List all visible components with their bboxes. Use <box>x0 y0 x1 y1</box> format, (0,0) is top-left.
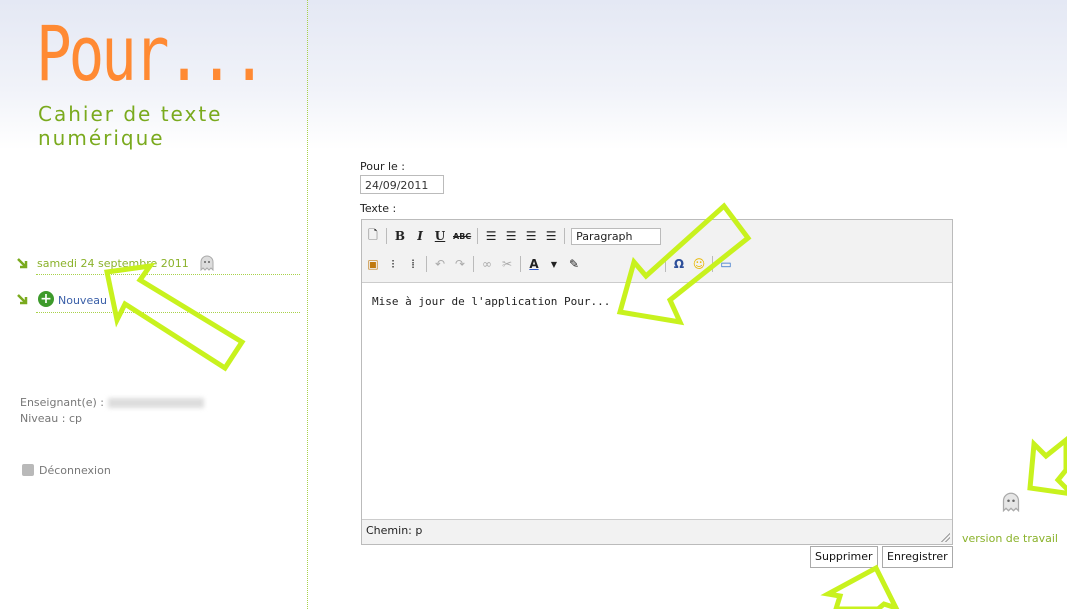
align-right-icon[interactable]: ☰ <box>524 229 538 243</box>
toolbar-separator <box>712 256 713 272</box>
teacher-name-redacted <box>108 398 205 408</box>
italic-button[interactable]: I <box>413 229 427 243</box>
toolbar-separator <box>473 256 474 272</box>
toolbar-separator <box>426 256 427 272</box>
version-label: version de travail <box>962 532 1058 545</box>
bullet-list-icon[interactable]: ⁝ <box>386 257 400 271</box>
redo-icon[interactable]: ↷ <box>453 257 467 271</box>
teacher-label: Enseignant(e) : <box>20 396 105 409</box>
chevron-down-icon[interactable]: ▼ <box>547 260 561 269</box>
emoticon-icon[interactable]: ☺ <box>692 257 706 271</box>
toolbar-separator <box>520 256 521 272</box>
editor-toolbar-row-2: ▣ ⁝ ⁞ ↶ ↷ ∞ ✂ A ▼ ✎ Ω ☺ ▭ <box>366 252 733 276</box>
teacher-info: Enseignant(e) : <box>20 396 205 409</box>
save-button[interactable]: Enregistrer <box>882 546 953 568</box>
divider <box>36 312 300 313</box>
resize-handle-icon[interactable] <box>940 532 950 542</box>
text-color-icon[interactable]: A <box>527 257 541 271</box>
app-logo: Pour... <box>36 9 267 98</box>
underline-button[interactable]: U <box>433 229 447 243</box>
logout-label[interactable]: Déconnexion <box>39 464 111 477</box>
special-char-icon[interactable]: Ω <box>672 257 686 271</box>
link-icon[interactable]: ∞ <box>480 257 494 271</box>
align-center-icon[interactable]: ☰ <box>504 229 518 243</box>
annotation-arrow <box>1027 435 1067 496</box>
editor-toolbar-row-1: 🗋 B I U ABC ☰ ☰ ☰ ☰ Paragraph <box>366 224 662 248</box>
new-document-icon[interactable]: 🗋 <box>366 226 380 247</box>
text-label: Texte : <box>360 202 397 215</box>
format-select[interactable]: Paragraph <box>571 227 662 245</box>
editor-content[interactable]: Mise à jour de l'application Pour... <box>372 295 610 308</box>
sidebar-item-new[interactable]: + Nouveau <box>16 290 300 312</box>
bold-button[interactable]: B <box>393 229 407 243</box>
sidebar: Pour... Cahier de texte numérique samedi… <box>0 0 308 609</box>
toolbar-separator <box>665 256 666 272</box>
lock-icon <box>22 464 34 476</box>
annotation-arrow <box>820 564 900 609</box>
date-label: Pour le : <box>360 160 405 173</box>
toolbar-separator <box>477 228 479 244</box>
align-justify-icon[interactable]: ☰ <box>544 229 558 243</box>
add-icon: + <box>38 291 54 307</box>
sidebar-item-label[interactable]: samedi 24 septembre 2011 <box>37 257 189 270</box>
app-tagline: Cahier de texte numérique <box>38 102 223 150</box>
toolbar-separator <box>564 228 566 244</box>
new-entry-link[interactable]: Nouveau <box>58 294 107 307</box>
align-left-icon[interactable]: ☰ <box>484 229 498 243</box>
editor-content-area[interactable]: Mise à jour de l'application Pour... <box>362 282 952 520</box>
delete-button[interactable]: Supprimer <box>810 546 878 568</box>
paste-word-icon[interactable]: ▣ <box>366 257 380 271</box>
toolbar-separator <box>386 228 387 244</box>
rich-text-editor: 🗋 B I U ABC ☰ ☰ ☰ ☰ Paragraph ▣ ⁝ ⁞ ↶ ↷ … <box>361 219 953 545</box>
arrow-down-right-icon <box>17 258 28 269</box>
fullscreen-icon[interactable]: ▭ <box>719 257 733 271</box>
level-info: Niveau : cp <box>20 412 83 425</box>
editor-path: Chemin: p <box>366 524 423 537</box>
numbered-list-icon[interactable]: ⁞ <box>406 257 420 271</box>
logout-link[interactable]: Déconnexion <box>22 462 111 477</box>
arrow-down-right-icon <box>17 294 28 305</box>
unlink-icon[interactable]: ✂ <box>500 257 514 271</box>
ghost-icon <box>1002 492 1020 512</box>
date-input[interactable]: 24/09/2011 <box>360 175 444 194</box>
undo-icon[interactable]: ↶ <box>433 257 447 271</box>
clean-format-icon[interactable]: ✎ <box>567 257 581 271</box>
sidebar-item-date[interactable]: samedi 24 septembre 2011 <box>16 254 300 276</box>
strikethrough-button[interactable]: ABC <box>453 232 471 241</box>
ghost-icon <box>200 255 214 271</box>
divider <box>36 274 300 275</box>
